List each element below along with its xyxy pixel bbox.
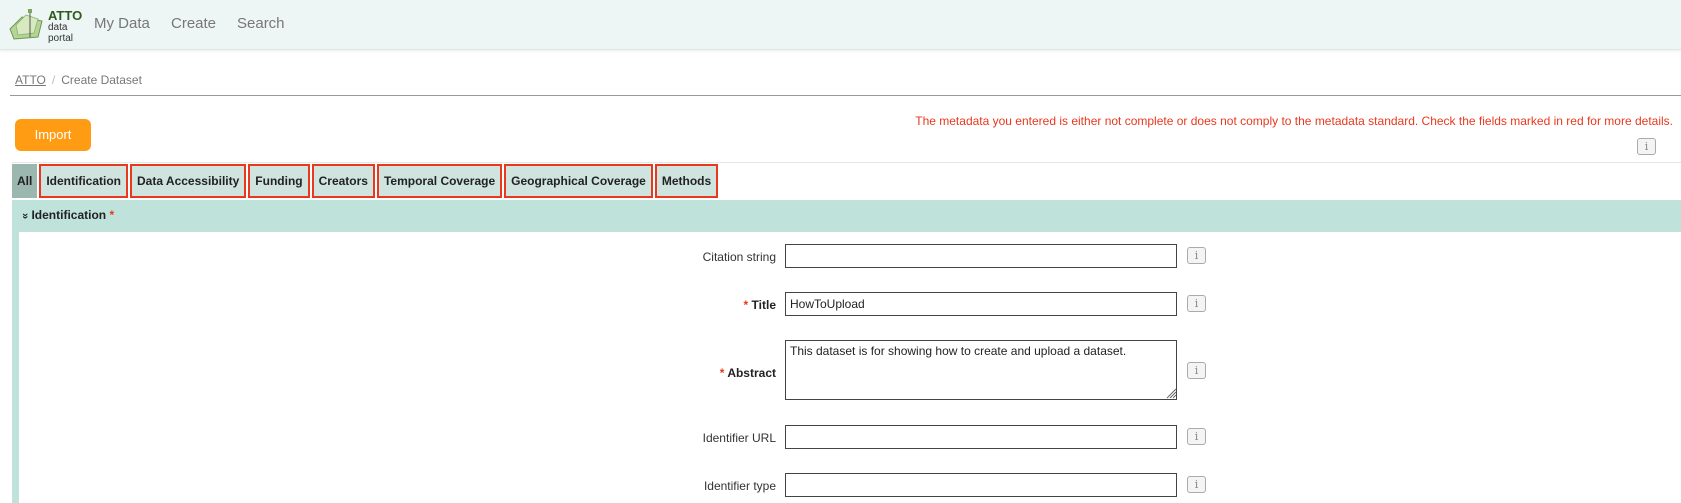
title-input[interactable]: HowToUpload	[785, 292, 1177, 316]
breadcrumb-separator: /	[51, 73, 56, 87]
logo-text: ATTO data portal	[48, 8, 83, 44]
info-icon[interactable]: i	[1187, 428, 1206, 445]
section-header-identification[interactable]: » Identification *	[19, 208, 115, 222]
abstract-label-text: Abstract	[727, 366, 776, 380]
divider	[10, 95, 1681, 96]
info-icon[interactable]: i	[1187, 476, 1206, 493]
nav-search[interactable]: Search	[237, 15, 285, 32]
abstract-textarea[interactable]: This dataset is for showing how to creat…	[785, 340, 1177, 400]
citation-string-label: Citation string	[576, 250, 776, 264]
nav-create[interactable]: Create	[171, 15, 216, 32]
tab-methods[interactable]: Methods	[654, 164, 719, 198]
logo-line-3: portal	[48, 33, 74, 44]
collapse-chevron-icon: »	[19, 212, 32, 220]
breadcrumb: ATTO / Create Dataset	[15, 73, 142, 87]
info-icon[interactable]: i	[1187, 247, 1206, 264]
tab-funding[interactable]: Funding	[248, 164, 310, 198]
tab-creators[interactable]: Creators	[311, 164, 375, 198]
section-tabs: All Identification Data Accessibility Fu…	[12, 164, 720, 199]
identifier-url-input[interactable]	[785, 425, 1177, 449]
nav-my-data[interactable]: My Data	[94, 15, 150, 32]
info-icon[interactable]: i	[1637, 138, 1656, 155]
breadcrumb-current: Create Dataset	[61, 73, 142, 87]
identifier-type-input[interactable]	[785, 473, 1177, 497]
identifier-type-label-text: Identifier type	[703, 479, 776, 493]
tab-identification[interactable]: Identification	[39, 164, 129, 198]
required-asterisk: *	[109, 208, 115, 222]
logo-line-2: data	[48, 22, 68, 33]
resize-handle-icon[interactable]	[1165, 387, 1177, 399]
atto-logo[interactable]: ATTO data portal	[8, 5, 82, 45]
abstract-label: * Abstract	[576, 366, 776, 380]
citation-string-label-text: Citation string	[702, 250, 776, 264]
section-body: Citation string i * Title HowToUpload i …	[19, 232, 1681, 503]
required-asterisk: *	[719, 366, 725, 380]
identifier-url-label: Identifier URL	[576, 431, 776, 445]
identifier-url-label-text: Identifier URL	[702, 431, 776, 445]
top-navbar: ATTO data portal My Data Create Search	[0, 0, 1681, 50]
logo-title: ATTO	[48, 8, 83, 23]
title-label: * Title	[576, 298, 776, 312]
divider	[12, 162, 1681, 163]
validation-error-message: The metadata you entered is either not c…	[915, 114, 1673, 128]
info-icon[interactable]: i	[1187, 362, 1206, 379]
identification-section: » Identification * Citation string i * T…	[12, 200, 1681, 503]
section-title: Identification	[31, 208, 107, 222]
info-icon[interactable]: i	[1187, 295, 1206, 312]
import-button[interactable]: Import	[15, 119, 91, 151]
tab-data-accessibility[interactable]: Data Accessibility	[130, 164, 247, 198]
title-label-text: Title	[751, 298, 776, 312]
tab-all[interactable]: All	[12, 164, 38, 198]
breadcrumb-root-link[interactable]: ATTO	[15, 73, 46, 87]
citation-string-input[interactable]	[785, 244, 1177, 268]
identifier-type-label: Identifier type	[576, 479, 776, 493]
required-asterisk: *	[743, 298, 749, 312]
tab-temporal-coverage[interactable]: Temporal Coverage	[376, 164, 503, 198]
tab-geographical-coverage[interactable]: Geographical Coverage	[504, 164, 653, 198]
logo-map-icon	[9, 9, 43, 40]
